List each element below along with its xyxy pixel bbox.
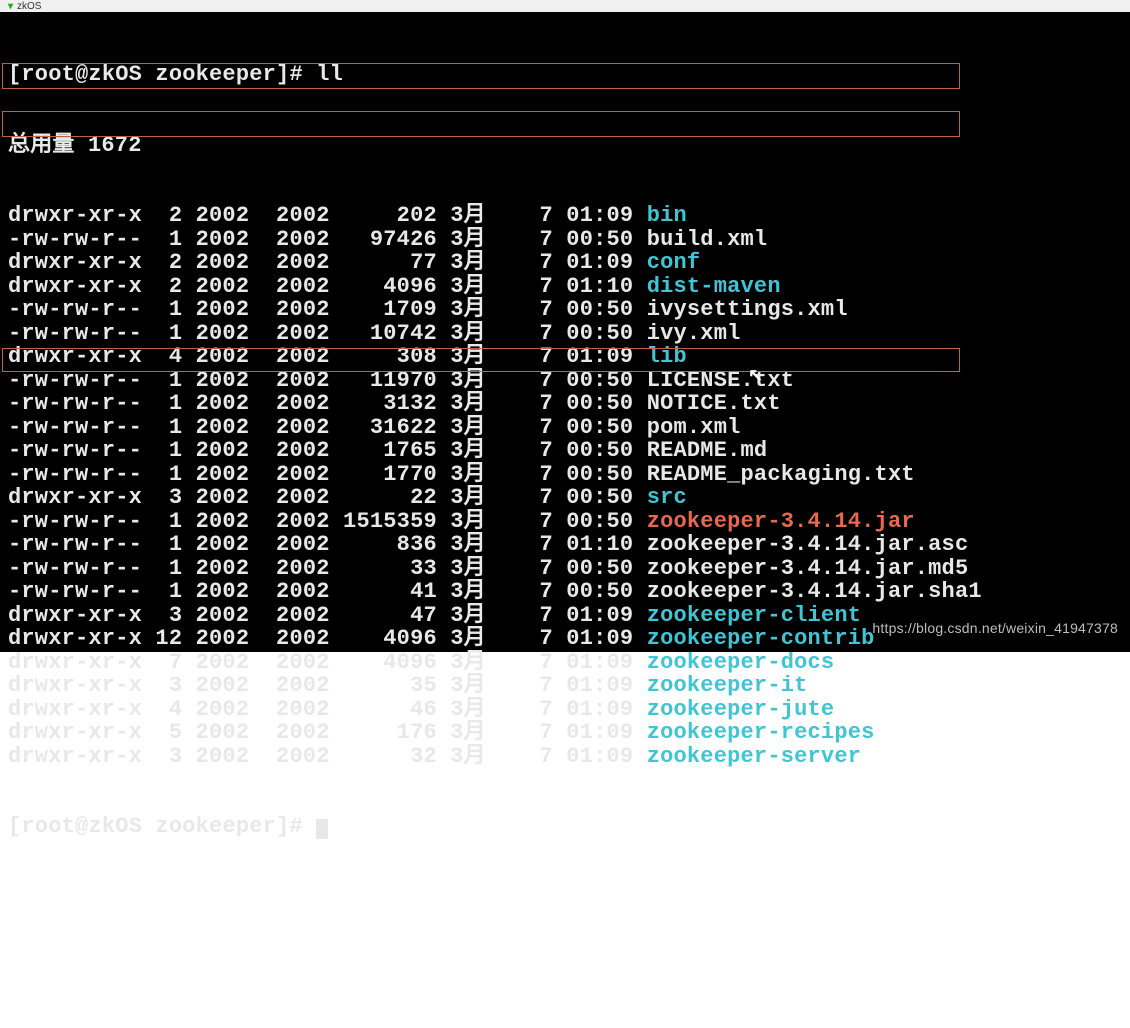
file-meta: drwxr-xr-x 3 2002 2002 35 3月 7 01:09 bbox=[8, 673, 647, 698]
file-name: zookeeper-recipes bbox=[647, 720, 875, 745]
file-meta: drwxr-xr-x 2 2002 2002 77 3月 7 01:09 bbox=[8, 250, 647, 275]
file-row: drwxr-xr-x 2 2002 2002 4096 3月 7 01:10 d… bbox=[8, 275, 1122, 299]
file-name: zookeeper-contrib bbox=[647, 626, 875, 651]
file-name: zookeeper-3.4.14.jar.sha1 bbox=[647, 579, 982, 604]
file-row: -rw-rw-r-- 1 2002 2002 97426 3月 7 00:50 … bbox=[8, 228, 1122, 252]
file-row: drwxr-xr-x 3 2002 2002 35 3月 7 01:09 zoo… bbox=[8, 674, 1122, 698]
prompt-bottom: [root@zkOS zookeeper]# bbox=[8, 815, 1122, 839]
file-row: drwxr-xr-x 5 2002 2002 176 3月 7 01:09 zo… bbox=[8, 721, 1122, 745]
file-meta: drwxr-xr-x 3 2002 2002 47 3月 7 01:09 bbox=[8, 603, 647, 628]
file-name: zookeeper-jute bbox=[647, 697, 835, 722]
file-name: pom.xml bbox=[647, 415, 741, 440]
file-row: drwxr-xr-x 3 2002 2002 22 3月 7 00:50 src bbox=[8, 486, 1122, 510]
file-name: zookeeper-server bbox=[647, 744, 861, 769]
file-name: src bbox=[647, 485, 687, 510]
file-meta: -rw-rw-r-- 1 2002 2002 1770 3月 7 00:50 bbox=[8, 462, 647, 487]
file-meta: -rw-rw-r-- 1 2002 2002 1709 3月 7 00:50 bbox=[8, 297, 647, 322]
file-row: drwxr-xr-x 4 2002 2002 308 3月 7 01:09 li… bbox=[8, 345, 1122, 369]
tab-label[interactable]: zkOS bbox=[17, 1, 41, 12]
file-row: -rw-rw-r-- 1 2002 2002 33 3月 7 00:50 zoo… bbox=[8, 557, 1122, 581]
file-row: -rw-rw-r-- 1 2002 2002 1515359 3月 7 00:5… bbox=[8, 510, 1122, 534]
file-meta: drwxr-xr-x 2 2002 2002 4096 3月 7 01:10 bbox=[8, 274, 647, 299]
file-meta: -rw-rw-r-- 1 2002 2002 31622 3月 7 00:50 bbox=[8, 415, 647, 440]
file-meta: drwxr-xr-x 12 2002 2002 4096 3月 7 01:09 bbox=[8, 626, 647, 651]
file-meta: -rw-rw-r-- 1 2002 2002 41 3月 7 00:50 bbox=[8, 579, 647, 604]
cursor-icon bbox=[316, 819, 328, 839]
file-name: dist-maven bbox=[647, 274, 781, 299]
tab-bar: ▾ zkOS bbox=[0, 0, 1130, 12]
file-row: -rw-rw-r-- 1 2002 2002 10742 3月 7 00:50 … bbox=[8, 322, 1122, 346]
file-row: drwxr-xr-x 7 2002 2002 4096 3月 7 01:09 z… bbox=[8, 651, 1122, 675]
file-row: drwxr-xr-x 2 2002 2002 77 3月 7 01:09 con… bbox=[8, 251, 1122, 275]
file-meta: -rw-rw-r-- 1 2002 2002 97426 3月 7 00:50 bbox=[8, 227, 647, 252]
file-name: lib bbox=[647, 344, 687, 369]
file-listing: drwxr-xr-x 2 2002 2002 202 3月 7 01:09 bi… bbox=[8, 204, 1122, 768]
file-name: zookeeper-client bbox=[647, 603, 861, 628]
terminal-area[interactable]: [root@zkOS zookeeper]# ll 总用量 1672 drwxr… bbox=[0, 12, 1130, 652]
file-name: README.md bbox=[647, 438, 768, 463]
file-row: -rw-rw-r-- 1 2002 2002 1709 3月 7 00:50 i… bbox=[8, 298, 1122, 322]
file-meta: -rw-rw-r-- 1 2002 2002 1765 3月 7 00:50 bbox=[8, 438, 647, 463]
file-meta: drwxr-xr-x 2 2002 2002 202 3月 7 01:09 bbox=[8, 203, 647, 228]
file-row: -rw-rw-r-- 1 2002 2002 31622 3月 7 00:50 … bbox=[8, 416, 1122, 440]
tab-indicator-icon: ▾ bbox=[8, 1, 13, 12]
file-name: LICENSE.txt bbox=[647, 368, 794, 393]
file-name: NOTICE.txt bbox=[647, 391, 781, 416]
file-name: README_packaging.txt bbox=[647, 462, 915, 487]
file-meta: -rw-rw-r-- 1 2002 2002 11970 3月 7 00:50 bbox=[8, 368, 647, 393]
file-meta: drwxr-xr-x 7 2002 2002 4096 3月 7 01:09 bbox=[8, 650, 647, 675]
total-line: 总用量 1672 bbox=[8, 134, 1122, 158]
file-row: -rw-rw-r-- 1 2002 2002 11970 3月 7 00:50 … bbox=[8, 369, 1122, 393]
file-row: -rw-rw-r-- 1 2002 2002 41 3月 7 00:50 zoo… bbox=[8, 580, 1122, 604]
file-name: zookeeper-it bbox=[647, 673, 808, 698]
prompt-top: [root@zkOS zookeeper]# ll bbox=[8, 63, 1122, 87]
file-name: ivysettings.xml bbox=[647, 297, 848, 322]
file-name: conf bbox=[647, 250, 701, 275]
file-row: -rw-rw-r-- 1 2002 2002 1765 3月 7 00:50 R… bbox=[8, 439, 1122, 463]
file-row: -rw-rw-r-- 1 2002 2002 836 3月 7 01:10 zo… bbox=[8, 533, 1122, 557]
file-row: drwxr-xr-x 4 2002 2002 46 3月 7 01:09 zoo… bbox=[8, 698, 1122, 722]
file-name: zookeeper-3.4.14.jar.md5 bbox=[647, 556, 969, 581]
file-name: zookeeper-docs bbox=[647, 650, 835, 675]
file-meta: -rw-rw-r-- 1 2002 2002 33 3月 7 00:50 bbox=[8, 556, 647, 581]
file-meta: drwxr-xr-x 5 2002 2002 176 3月 7 01:09 bbox=[8, 720, 647, 745]
file-name: zookeeper-3.4.14.jar.asc bbox=[647, 532, 969, 557]
file-row: drwxr-xr-x 3 2002 2002 32 3月 7 01:09 zoo… bbox=[8, 745, 1122, 769]
file-meta: -rw-rw-r-- 1 2002 2002 3132 3月 7 00:50 bbox=[8, 391, 647, 416]
file-row: -rw-rw-r-- 1 2002 2002 1770 3月 7 00:50 R… bbox=[8, 463, 1122, 487]
file-meta: drwxr-xr-x 4 2002 2002 46 3月 7 01:09 bbox=[8, 697, 647, 722]
file-meta: drwxr-xr-x 3 2002 2002 32 3月 7 01:09 bbox=[8, 744, 647, 769]
file-meta: -rw-rw-r-- 1 2002 2002 1515359 3月 7 00:5… bbox=[8, 509, 647, 534]
file-row: drwxr-xr-x 2 2002 2002 202 3月 7 01:09 bi… bbox=[8, 204, 1122, 228]
file-name: build.xml bbox=[647, 227, 768, 252]
file-name: ivy.xml bbox=[647, 321, 741, 346]
file-meta: drwxr-xr-x 3 2002 2002 22 3月 7 00:50 bbox=[8, 485, 647, 510]
file-meta: -rw-rw-r-- 1 2002 2002 836 3月 7 01:10 bbox=[8, 532, 647, 557]
file-name: zookeeper-3.4.14.jar bbox=[647, 509, 915, 534]
file-row: -rw-rw-r-- 1 2002 2002 3132 3月 7 00:50 N… bbox=[8, 392, 1122, 416]
file-meta: drwxr-xr-x 4 2002 2002 308 3月 7 01:09 bbox=[8, 344, 647, 369]
watermark: https://blog.csdn.net/weixin_41947378 bbox=[872, 617, 1118, 641]
file-name: bin bbox=[647, 203, 687, 228]
file-meta: -rw-rw-r-- 1 2002 2002 10742 3月 7 00:50 bbox=[8, 321, 647, 346]
